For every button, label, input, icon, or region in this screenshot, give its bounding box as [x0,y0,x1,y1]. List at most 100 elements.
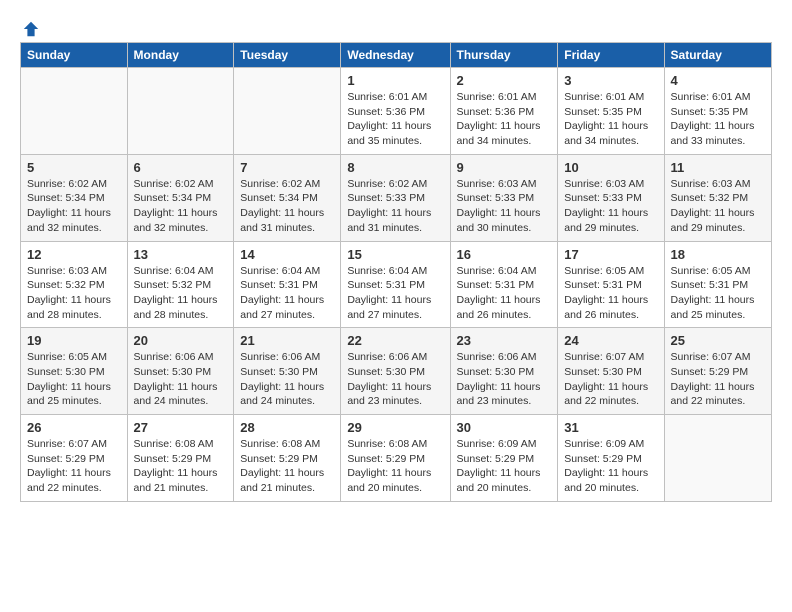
day-info: Sunrise: 6:05 AMSunset: 5:31 PMDaylight:… [671,264,765,323]
day-number: 29 [347,420,443,435]
day-info: Sunrise: 6:09 AMSunset: 5:29 PMDaylight:… [564,437,657,496]
day-info: Sunrise: 6:04 AMSunset: 5:32 PMDaylight:… [134,264,228,323]
logo-icon [22,20,40,38]
day-info: Sunrise: 6:06 AMSunset: 5:30 PMDaylight:… [240,350,334,409]
calendar-cell: 11 Sunrise: 6:03 AMSunset: 5:32 PMDayligh… [664,154,771,241]
day-info: Sunrise: 6:02 AMSunset: 5:34 PMDaylight:… [240,177,334,236]
day-number: 30 [457,420,552,435]
calendar-header-thursday: Thursday [450,43,558,68]
day-number: 6 [134,160,228,175]
day-number: 19 [27,333,121,348]
calendar-cell: 1Sunrise: 6:01 AMSunset: 5:36 PMDaylight… [341,68,450,155]
day-info: Sunrise: 6:03 AMSunset: 5:32 PMDaylight:… [671,177,765,236]
day-info: Sunrise: 6:01 AMSunset: 5:36 PMDaylight:… [457,90,552,149]
day-info: Sunrise: 6:01 AMSunset: 5:35 PMDaylight:… [671,90,765,149]
day-info: Sunrise: 6:05 AMSunset: 5:30 PMDaylight:… [27,350,121,409]
logo [20,20,42,34]
calendar-cell: 4 Sunrise: 6:01 AMSunset: 5:35 PMDaylight… [664,68,771,155]
day-info: Sunrise: 6:06 AMSunset: 5:30 PMDaylight:… [134,350,228,409]
day-number: 17 [564,247,657,262]
day-info: Sunrise: 6:01 AMSunset: 5:35 PMDaylight:… [564,90,657,149]
calendar-header-sunday: Sunday [21,43,128,68]
calendar-cell: 9 Sunrise: 6:03 AMSunset: 5:33 PMDaylight… [450,154,558,241]
day-info: Sunrise: 6:07 AMSunset: 5:29 PMDaylight:… [671,350,765,409]
day-info: Sunrise: 6:06 AMSunset: 5:30 PMDaylight:… [347,350,443,409]
calendar-cell: 18 Sunrise: 6:05 AMSunset: 5:31 PMDayligh… [664,241,771,328]
calendar-cell: 10Sunrise: 6:03 AMSunset: 5:33 PMDayligh… [558,154,664,241]
day-number: 18 [671,247,765,262]
day-number: 27 [134,420,228,435]
calendar-header-tuesday: Tuesday [234,43,341,68]
day-number: 10 [564,160,657,175]
day-number: 23 [457,333,552,348]
calendar-cell: 3 Sunrise: 6:01 AMSunset: 5:35 PMDaylight… [558,68,664,155]
day-number: 12 [27,247,121,262]
day-number: 4 [671,73,765,88]
day-number: 5 [27,160,121,175]
day-number: 22 [347,333,443,348]
day-number: 31 [564,420,657,435]
calendar-cell: 27 Sunrise: 6:08 AMSunset: 5:29 PMDayligh… [127,415,234,502]
calendar-cell: 28Sunrise: 6:08 AMSunset: 5:29 PMDayligh… [234,415,341,502]
day-number: 24 [564,333,657,348]
calendar-week-row: 26 Sunrise: 6:07 AMSunset: 5:29 PMDayligh… [21,415,772,502]
calendar-cell: 19 Sunrise: 6:05 AMSunset: 5:30 PMDayligh… [21,328,128,415]
calendar-cell: 14Sunrise: 6:04 AMSunset: 5:31 PMDayligh… [234,241,341,328]
day-number: 25 [671,333,765,348]
page-header [20,20,772,34]
day-number: 26 [27,420,121,435]
day-number: 9 [457,160,552,175]
calendar-week-row: 1Sunrise: 6:01 AMSunset: 5:36 PMDaylight… [21,68,772,155]
day-info: Sunrise: 6:02 AMSunset: 5:33 PMDaylight:… [347,177,443,236]
calendar-cell: 13Sunrise: 6:04 AMSunset: 5:32 PMDayligh… [127,241,234,328]
day-number: 3 [564,73,657,88]
day-number: 15 [347,247,443,262]
calendar-cell: 31 Sunrise: 6:09 AMSunset: 5:29 PMDayligh… [558,415,664,502]
day-info: Sunrise: 6:09 AMSunset: 5:29 PMDaylight:… [457,437,552,496]
calendar-cell: 22 Sunrise: 6:06 AMSunset: 5:30 PMDayligh… [341,328,450,415]
calendar-week-row: 19 Sunrise: 6:05 AMSunset: 5:30 PMDayligh… [21,328,772,415]
calendar-cell: 21 Sunrise: 6:06 AMSunset: 5:30 PMDayligh… [234,328,341,415]
calendar-header-monday: Monday [127,43,234,68]
calendar-cell: 16Sunrise: 6:04 AMSunset: 5:31 PMDayligh… [450,241,558,328]
day-number: 11 [671,160,765,175]
day-info: Sunrise: 6:06 AMSunset: 5:30 PMDaylight:… [457,350,552,409]
day-number: 14 [240,247,334,262]
calendar-cell: 8Sunrise: 6:02 AMSunset: 5:33 PMDaylight… [341,154,450,241]
day-info: Sunrise: 6:01 AMSunset: 5:36 PMDaylight:… [347,90,443,149]
calendar-cell [664,415,771,502]
day-info: Sunrise: 6:04 AMSunset: 5:31 PMDaylight:… [347,264,443,323]
day-number: 7 [240,160,334,175]
calendar-cell: 12 Sunrise: 6:03 AMSunset: 5:32 PMDayligh… [21,241,128,328]
day-number: 2 [457,73,552,88]
calendar-header-saturday: Saturday [664,43,771,68]
calendar-cell: 17Sunrise: 6:05 AMSunset: 5:31 PMDayligh… [558,241,664,328]
calendar-cell: 7 Sunrise: 6:02 AMSunset: 5:34 PMDaylight… [234,154,341,241]
day-info: Sunrise: 6:07 AMSunset: 5:29 PMDaylight:… [27,437,121,496]
day-info: Sunrise: 6:07 AMSunset: 5:30 PMDaylight:… [564,350,657,409]
day-number: 20 [134,333,228,348]
calendar-cell [234,68,341,155]
calendar-cell: 6Sunrise: 6:02 AMSunset: 5:34 PMDaylight… [127,154,234,241]
calendar-cell: 26 Sunrise: 6:07 AMSunset: 5:29 PMDayligh… [21,415,128,502]
day-info: Sunrise: 6:08 AMSunset: 5:29 PMDaylight:… [134,437,228,496]
calendar-header-row: SundayMondayTuesdayWednesdayThursdayFrid… [21,43,772,68]
calendar-header-friday: Friday [558,43,664,68]
calendar-cell: 5Sunrise: 6:02 AMSunset: 5:34 PMDaylight… [21,154,128,241]
calendar-week-row: 12 Sunrise: 6:03 AMSunset: 5:32 PMDayligh… [21,241,772,328]
calendar-cell: 30 Sunrise: 6:09 AMSunset: 5:29 PMDayligh… [450,415,558,502]
calendar-cell: 24 Sunrise: 6:07 AMSunset: 5:30 PMDayligh… [558,328,664,415]
calendar-cell: 20 Sunrise: 6:06 AMSunset: 5:30 PMDayligh… [127,328,234,415]
day-number: 21 [240,333,334,348]
calendar-cell: 25 Sunrise: 6:07 AMSunset: 5:29 PMDayligh… [664,328,771,415]
calendar-cell: 23 Sunrise: 6:06 AMSunset: 5:30 PMDayligh… [450,328,558,415]
day-info: Sunrise: 6:08 AMSunset: 5:29 PMDaylight:… [240,437,334,496]
logo-text [20,20,42,38]
day-info: Sunrise: 6:04 AMSunset: 5:31 PMDaylight:… [457,264,552,323]
calendar-cell: 29 Sunrise: 6:08 AMSunset: 5:29 PMDayligh… [341,415,450,502]
day-info: Sunrise: 6:08 AMSunset: 5:29 PMDaylight:… [347,437,443,496]
day-info: Sunrise: 6:03 AMSunset: 5:33 PMDaylight:… [457,177,552,236]
day-info: Sunrise: 6:03 AMSunset: 5:32 PMDaylight:… [27,264,121,323]
calendar-cell [21,68,128,155]
calendar-table: SundayMondayTuesdayWednesdayThursdayFrid… [20,42,772,502]
